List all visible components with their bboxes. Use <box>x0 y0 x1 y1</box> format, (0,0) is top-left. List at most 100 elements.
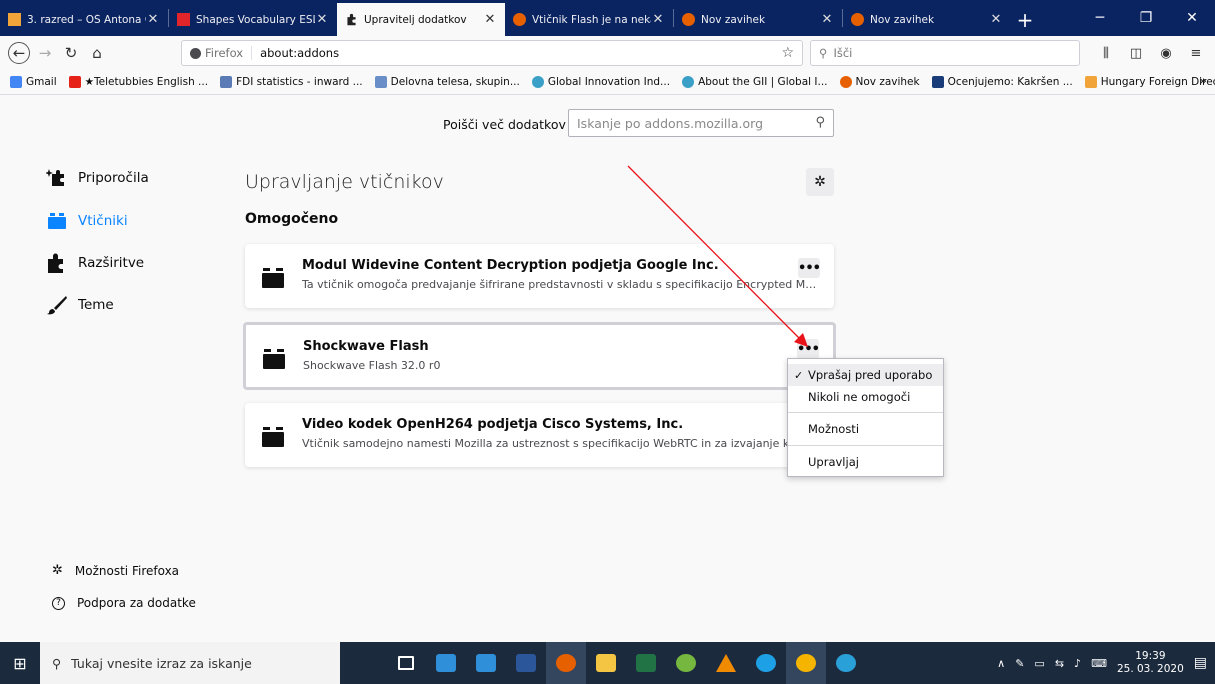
identity-box[interactable]: Firefox <box>190 46 253 60</box>
reload-button[interactable]: ↻ <box>58 40 84 66</box>
search-bar[interactable]: ⚲ Išči <box>810 40 1080 66</box>
back-arrow-icon: ← <box>8 42 30 64</box>
forward-arrow-icon: → <box>38 44 52 62</box>
system-tray: ∧ ✎ ▭ ⇆ ♪ ⌨ 19:39 25. 03. 2020 ▤ <box>997 642 1215 684</box>
bookmark-label: Gmail <box>26 76 57 88</box>
help-icon: ? <box>52 596 65 610</box>
menu-icon[interactable]: ≡ <box>1183 40 1209 66</box>
tab-label: Upravitelj dodatkov <box>364 13 467 26</box>
tab-2[interactable]: Shapes Vocabulary ESL M ✕ <box>169 3 337 36</box>
url-bar[interactable]: Firefox about:addons ☆ <box>181 40 803 66</box>
d-icon <box>931 76 944 88</box>
bookmark-label: About the GII | Global I... <box>698 76 828 88</box>
firefox-icon <box>190 47 201 59</box>
identity-label: Firefox <box>205 46 244 60</box>
gii-icon <box>682 76 695 88</box>
bookmark-item[interactable]: About the GII | Global I... <box>676 76 833 88</box>
reload-icon: ↻ <box>64 44 78 62</box>
word-icon[interactable] <box>506 642 546 684</box>
bookmark-item[interactable]: FDI statistics - inward ... <box>214 76 369 88</box>
firefox-icon <box>682 13 695 26</box>
close-window-button[interactable]: ✕ <box>1169 0 1215 36</box>
ie-icon[interactable] <box>746 642 786 684</box>
firefox-window: { "tabs": [ {"label": "3. razred – OŠ An… <box>0 0 1215 684</box>
restore-button[interactable]: ❐ <box>1123 0 1169 36</box>
bookmark-item[interactable]: Ocenjujemo: Kakršen ... <box>926 76 1079 88</box>
notifications-icon[interactable]: ▤ <box>1194 655 1207 671</box>
volume-icon[interactable]: ♪ <box>1074 657 1081 670</box>
puzzle-icon <box>345 13 358 26</box>
bookmark-label: Ocenjujemo: Kakršen ... <box>947 76 1073 88</box>
flag-icon <box>8 13 21 26</box>
sidebar-toggle-icon[interactable]: ◫ <box>1123 40 1149 66</box>
bookmark-item[interactable]: Nov zavihek <box>834 76 926 88</box>
bookmarks-overflow-icon[interactable]: » <box>1199 74 1207 89</box>
navigation-toolbar: ← → ↻ ⌂ Firefox about:addons ☆ ⚲ Išči ⫼ … <box>0 36 1215 70</box>
windows-taskbar: ⊞ ⚲ Tukaj vnesite izraz za iskanje ∧ ✎ ▭… <box>0 642 1215 684</box>
edge-icon[interactable] <box>826 642 866 684</box>
windows-logo-icon: ⊞ <box>13 653 27 673</box>
close-icon[interactable]: ✕ <box>315 12 329 27</box>
tab-label: Shapes Vocabulary ESL M <box>196 13 315 26</box>
usb-icon[interactable]: ⇆ <box>1055 657 1064 670</box>
search-icon: ⚲ <box>52 655 62 671</box>
library-icon[interactable]: ⫼ <box>1093 40 1119 66</box>
mail-icon[interactable] <box>426 642 466 684</box>
bookmark-item[interactable]: Gmail <box>4 76 63 88</box>
minimize-button[interactable]: ─ <box>1077 0 1123 36</box>
bookmark-label: ★Teletubbies English ... <box>84 76 209 88</box>
bookmark-item[interactable]: Delovna telesa, skupin... <box>369 76 526 88</box>
close-icon[interactable]: ✕ <box>651 12 665 27</box>
close-icon[interactable]: ✕ <box>146 12 160 27</box>
tab-6[interactable]: Nov zavihek ✕ <box>843 3 1011 36</box>
tab-4[interactable]: Vtičnik Flash je na nekate ✕ <box>505 3 673 36</box>
tab-strip: 3. razred – OŠ Antona Gle ✕ Shapes Vocab… <box>0 0 1215 36</box>
tab-3-active[interactable]: Upravitelj dodatkov ✕ <box>337 3 505 36</box>
bookmark-label: Delovna telesa, skupin... <box>390 76 520 88</box>
tab-label: Nov zavihek <box>701 13 766 26</box>
addons-page: Poišči več dodatkov Iskanje po addons.mo… <box>0 96 1215 642</box>
taskbar-search-input[interactable]: ⚲ Tukaj vnesite izraz za iskanje <box>40 642 340 684</box>
start-button[interactable]: ⊞ <box>0 642 40 684</box>
tab-5[interactable]: Nov zavihek ✕ <box>674 3 842 36</box>
search-icon: ⚲ <box>819 46 828 60</box>
firefox-icon[interactable] <box>546 642 586 684</box>
firefox-options-link[interactable]: ✲ Možnosti Firefoxa <box>52 563 179 578</box>
bookmark-item[interactable]: Hungary Foreign Direc... <box>1079 76 1215 88</box>
youtube-icon <box>68 76 81 88</box>
explorer-icon[interactable] <box>586 642 626 684</box>
footer-label: Podpora za dodatke <box>77 596 196 610</box>
close-icon[interactable]: ✕ <box>820 12 834 27</box>
bookmark-item[interactable]: ★Teletubbies English ... <box>63 76 214 88</box>
google-icon <box>10 76 22 88</box>
tab-label: 3. razred – OŠ Antona Gle <box>27 13 146 26</box>
back-button[interactable]: ← <box>6 40 32 66</box>
account-icon[interactable]: ◉ <box>1153 40 1179 66</box>
tray-overflow-icon[interactable]: ∧ <box>997 657 1005 670</box>
close-icon[interactable]: ✕ <box>483 12 497 27</box>
bookmark-label: Nov zavihek <box>855 76 920 88</box>
annotation-arrow <box>627 165 808 347</box>
addons-support-link[interactable]: ? Podpora za dodatke <box>52 596 196 610</box>
new-tab-button[interactable]: + <box>1011 3 1039 36</box>
excel-icon[interactable] <box>626 642 666 684</box>
network-icon[interactable]: ▭ <box>1034 657 1044 670</box>
chrome-icon[interactable] <box>786 642 826 684</box>
task-view-icon[interactable] <box>386 642 426 684</box>
clock[interactable]: 19:39 25. 03. 2020 <box>1117 650 1184 676</box>
keyboard-icon[interactable]: ⌨ <box>1091 657 1107 670</box>
clock-date: 25. 03. 2020 <box>1116 663 1184 675</box>
vlc-icon[interactable] <box>706 642 746 684</box>
bookmark-item[interactable]: Global Innovation Ind... <box>526 76 676 88</box>
forward-button[interactable]: → <box>32 40 58 66</box>
close-icon[interactable]: ✕ <box>989 12 1003 27</box>
store-icon[interactable] <box>466 642 506 684</box>
url-text[interactable]: about:addons <box>260 46 781 60</box>
tab-1[interactable]: 3. razred – OŠ Antona Gle ✕ <box>0 3 168 36</box>
clock-time: 19:39 <box>1135 650 1166 662</box>
home-button[interactable]: ⌂ <box>84 40 110 66</box>
search-placeholder: Išči <box>833 46 853 60</box>
bookmark-star-icon[interactable]: ☆ <box>781 45 794 61</box>
pen-icon[interactable]: ✎ <box>1015 657 1024 670</box>
utorrent-icon[interactable] <box>666 642 706 684</box>
